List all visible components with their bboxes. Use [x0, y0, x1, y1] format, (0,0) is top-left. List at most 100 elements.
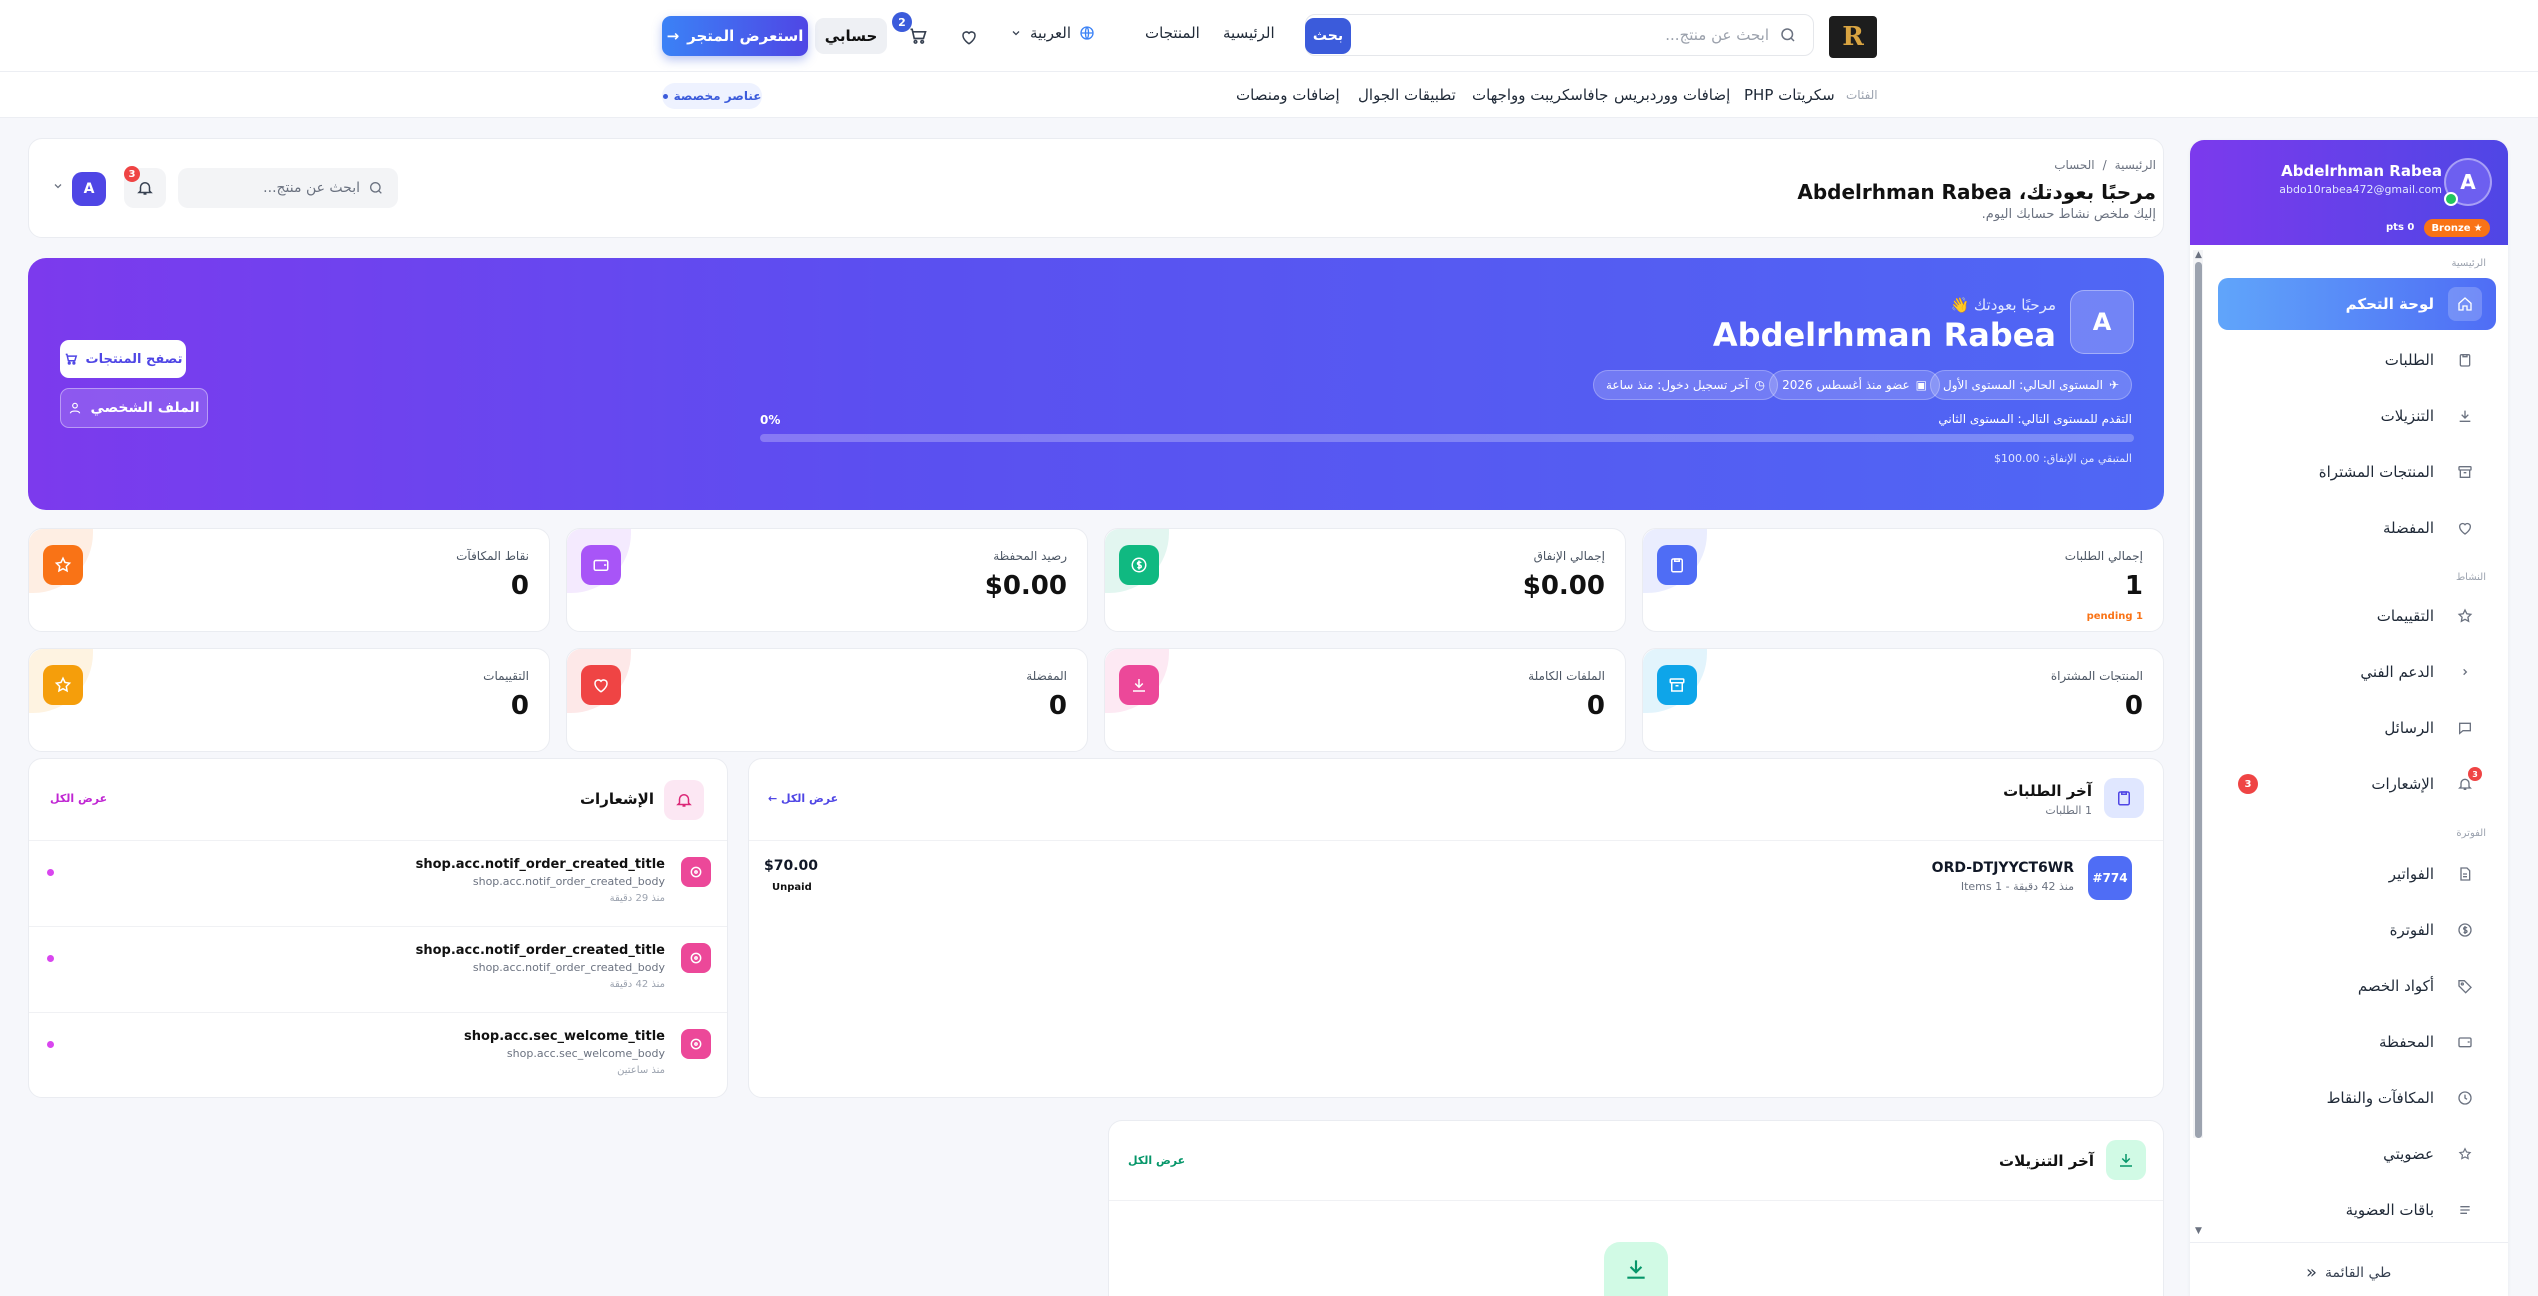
orders-view-all-link[interactable]: عرض الكل ←	[768, 792, 838, 805]
sidebar-scroll-thumb[interactable]	[2195, 262, 2202, 1138]
order-amount: $70.00	[764, 858, 819, 874]
collapse-sidebar-button[interactable]: طي القائمة «	[2306, 1262, 2391, 1283]
downloads-view-all-link[interactable]: عرض الكل	[1128, 1154, 1185, 1167]
my-account-button[interactable]: حسابي	[815, 18, 887, 54]
notification-title: shop.acc.sec_welcome_title	[464, 1029, 665, 1044]
category-php-scripts[interactable]: سكريتات PHP	[1744, 86, 1835, 104]
info-circle-icon	[681, 943, 711, 973]
notification-body: shop.acc.notif_order_created_body	[472, 875, 665, 888]
bell-icon: 3	[2448, 767, 2482, 801]
search-icon	[368, 180, 384, 196]
scroll-down-arrow[interactable]: ▼	[2195, 1226, 2202, 1236]
sidebar-item-billing[interactable]: الفوترة	[2218, 904, 2496, 956]
header-search-box	[178, 168, 398, 208]
stat-card-favorites: المفضلة 0	[566, 648, 1088, 752]
sidebar-item-purchased-products[interactable]: المنتجات المشتراة	[2218, 446, 2496, 498]
language-selector[interactable]: العربية	[1010, 24, 1095, 42]
profile-button[interactable]: الملف الشخصي	[60, 388, 208, 428]
star-icon	[2448, 1137, 2482, 1171]
info-circle-icon	[681, 857, 711, 887]
notification-time: منذ 29 دقيقة	[609, 893, 665, 904]
notification-body: shop.acc.sec_welcome_body	[506, 1047, 665, 1060]
stat-value: 0	[510, 691, 529, 721]
notification-time: منذ ساعتين	[617, 1065, 665, 1076]
top-search-input[interactable]	[1366, 26, 1769, 44]
cart-icon	[64, 352, 78, 366]
sidebar-user-name: Abdelrhman Rabea	[2281, 162, 2442, 180]
downloads-panel-icon	[2106, 1140, 2146, 1180]
notifications-view-all-link[interactable]: عرض الكل	[50, 792, 107, 805]
notification-item[interactable]: shop.acc.notif_order_created_title shop.a…	[29, 840, 727, 926]
notifications-icon-badge: 3	[2468, 767, 2482, 781]
sidebar-user-email: abdo10rabea472@gmail.com	[2279, 183, 2442, 196]
stat-card-reviews: التقييمات 0	[28, 648, 550, 752]
heart-icon	[581, 665, 621, 705]
breadcrumb: الرئيسية / الحساب	[2054, 158, 2156, 172]
stat-value: 0	[510, 571, 529, 601]
sidebar-item-orders[interactable]: الطلبات	[2218, 334, 2496, 386]
sidebar-item-coupons[interactable]: أكواد الخصم	[2218, 960, 2496, 1012]
stat-label: نقاط المكافآت	[456, 549, 529, 563]
custom-items-pill[interactable]: عناصر مخصصة	[662, 83, 762, 109]
unread-dot	[47, 955, 54, 962]
nav-home-link[interactable]: الرئيسية	[1223, 24, 1275, 42]
document-icon	[2448, 857, 2482, 891]
sidebar-item-membership[interactable]: عضويتي	[2218, 1128, 2496, 1180]
sidebar-item-notifications[interactable]: 3 الإشعارات 3	[2218, 758, 2496, 810]
category-javascript[interactable]: جافاسكريبت وواجهات	[1472, 86, 1608, 104]
wallet-icon	[581, 545, 621, 585]
category-platform-addons[interactable]: إضافات ومنصات	[1236, 86, 1340, 104]
remaining-spend: المتبقي من الإنفاق: 100.00$	[1994, 452, 2132, 465]
wishlist-heart-button[interactable]	[956, 24, 982, 50]
stat-value: 0	[1586, 691, 1605, 721]
sidebar-divider	[2190, 1242, 2508, 1243]
list-icon	[2448, 1193, 2482, 1227]
sidebar-item-wallet[interactable]: المحفظة	[2218, 1016, 2496, 1068]
message-icon	[2448, 711, 2482, 745]
browse-products-button[interactable]: تصفح المنتجات	[60, 340, 186, 378]
sidebar-section-billing: الفوترة	[2456, 828, 2486, 839]
search-button[interactable]: بحث	[1305, 18, 1351, 54]
orders-panel-title: آخر الطلبات	[2003, 782, 2092, 800]
nav-products-link[interactable]: المنتجات	[1145, 24, 1200, 42]
unread-dot	[47, 1041, 54, 1048]
notification-body: shop.acc.notif_order_created_body	[472, 961, 665, 974]
order-status-badge: Unpaid	[772, 882, 812, 893]
sidebar-item-reviews[interactable]: التقييمات	[2218, 590, 2496, 642]
sidebar-section-activity: النشاط	[2455, 572, 2486, 583]
notification-item[interactable]: shop.acc.notif_order_created_title shop.a…	[29, 926, 727, 1012]
sidebar-item-favorites[interactable]: المفضلة	[2218, 502, 2496, 554]
star-icon	[43, 545, 83, 585]
sidebar-item-support[interactable]: الدعم الفني	[2218, 646, 2496, 698]
chip-current-level: ✈ المستوى الحالي: المستوى الأول	[1930, 370, 2132, 400]
dollar-circle-icon	[2448, 913, 2482, 947]
scroll-up-arrow[interactable]: ▲	[2195, 250, 2202, 260]
archive-icon	[1657, 665, 1697, 705]
chevron-down-icon[interactable]	[52, 180, 64, 192]
category-mobile-apps[interactable]: تطبيقات الجوال	[1358, 86, 1456, 104]
star-outline-icon	[2448, 599, 2482, 633]
header-search-input[interactable]	[186, 180, 360, 196]
search-icon	[1779, 26, 1797, 44]
sidebar-item-downloads[interactable]: التنزيلات	[2218, 390, 2496, 442]
sidebar-item-dashboard[interactable]: لوحة التحكم	[2218, 278, 2496, 330]
browse-store-button[interactable]: استعرض المتجر →	[662, 16, 808, 56]
sidebar-item-rewards[interactable]: المكافآت والنقاط	[2218, 1072, 2496, 1124]
heart-icon	[2448, 511, 2482, 545]
order-row[interactable]: #774 ORD-DTJYYCT6WR منذ 42 دقيقة - 1 Ite…	[760, 840, 2148, 932]
notification-item[interactable]: shop.acc.sec_welcome_title shop.acc.sec_w…	[29, 1012, 727, 1098]
globe-icon	[1079, 25, 1095, 41]
sidebar-item-membership-plans[interactable]: باقات العضوية	[2218, 1184, 2496, 1236]
sidebar-item-invoices[interactable]: الفواتير	[2218, 848, 2496, 900]
breadcrumb-current: الحساب	[2054, 158, 2095, 172]
stat-label: التقييمات	[483, 669, 529, 683]
download-icon	[1623, 1256, 1649, 1282]
site-logo[interactable]: R	[1829, 16, 1877, 58]
header-avatar[interactable]: A	[72, 172, 106, 206]
breadcrumb-home[interactable]: الرئيسية	[2115, 158, 2156, 172]
unread-dot	[47, 869, 54, 876]
category-wordpress-plugins[interactable]: إضافات ووردبريس	[1614, 86, 1730, 104]
clipboard-icon	[1657, 545, 1697, 585]
download-icon	[2448, 399, 2482, 433]
sidebar-item-messages[interactable]: الرسائل	[2218, 702, 2496, 754]
